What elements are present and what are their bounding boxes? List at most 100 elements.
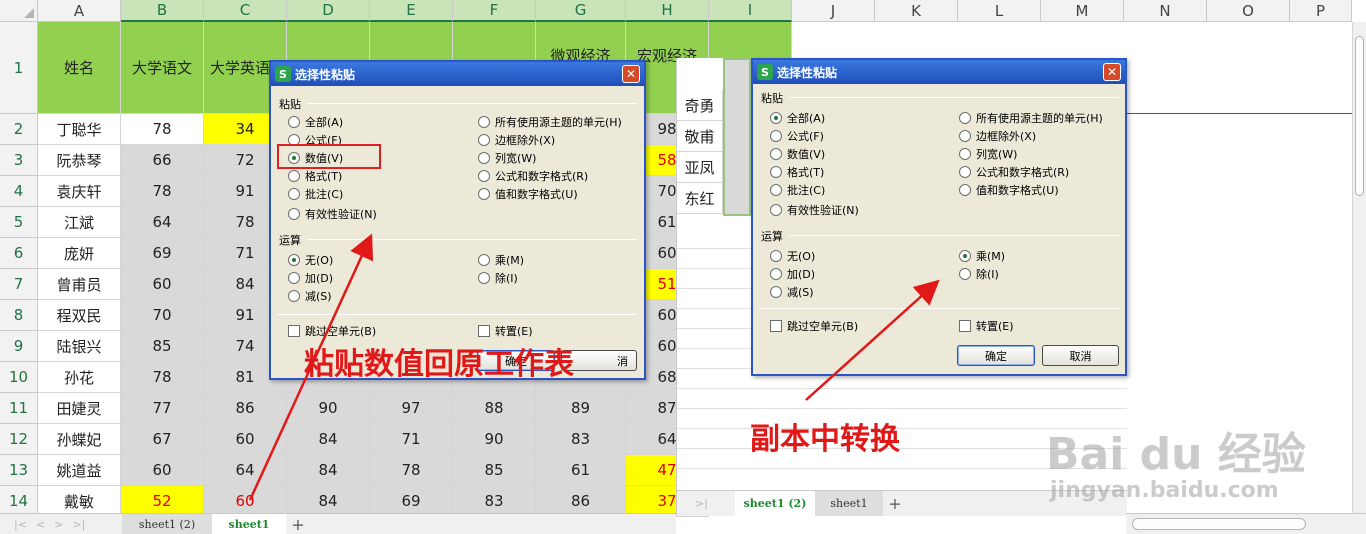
row-header-7[interactable]: 7 [0, 269, 38, 300]
copy-sheet-tab-nav[interactable]: >| [695, 491, 708, 516]
copy-add-sheet-icon[interactable]: + [883, 491, 907, 516]
column-header-o[interactable]: O [1207, 0, 1290, 22]
table-cell-e[interactable]: 78 [370, 455, 453, 486]
row-header-9[interactable]: 9 [0, 331, 38, 362]
row-header-13[interactable]: 13 [0, 455, 38, 486]
column-header-n[interactable]: N [1124, 0, 1207, 22]
copy-sheet-name-4[interactable]: 东红 [677, 183, 723, 214]
table-cell-name[interactable]: 丁聪华 [38, 114, 121, 145]
table-cell-b[interactable]: 70 [121, 300, 204, 331]
r-skip-blanks-checkbox[interactable]: 跳过空单元(B) [770, 318, 858, 334]
copy-sheet-name-2[interactable]: 敬甫 [677, 121, 723, 152]
close-icon-right[interactable]: ✕ [1103, 63, 1121, 81]
table-cell-name[interactable]: 阮恭琴 [38, 145, 121, 176]
table-cell-name[interactable]: 田婕灵 [38, 393, 121, 424]
copy-tab-sheet1-2[interactable]: sheet1 (2) [735, 491, 815, 516]
paste-option-col-widths[interactable]: 列宽(W) [478, 150, 536, 166]
r-paste-option-values[interactable]: 数值(V) [770, 146, 825, 162]
transpose-checkbox[interactable]: 转置(E) [478, 323, 533, 339]
row-header-11[interactable]: 11 [0, 393, 38, 424]
r-op-option-none[interactable]: 无(O) [770, 248, 815, 264]
column-header-b[interactable]: B [121, 0, 204, 22]
op-option-subtract[interactable]: 减(S) [288, 288, 332, 304]
table-cell-name[interactable]: 曾甫员 [38, 269, 121, 300]
column-header-k[interactable]: K [875, 0, 958, 22]
r-paste-option-comments[interactable]: 批注(C) [770, 182, 825, 198]
column-header-j[interactable]: J [792, 0, 875, 22]
table-cell-b[interactable]: 77 [121, 393, 204, 424]
select-all-corner[interactable] [0, 0, 38, 22]
add-sheet-icon[interactable]: + [286, 514, 310, 534]
table-cell-name[interactable]: 姚道益 [38, 455, 121, 486]
copy-sheet-name-3[interactable]: 亚凤 [677, 152, 723, 183]
row-header-4[interactable]: 4 [0, 176, 38, 207]
header-cell-chinese[interactable]: 大学语文 [121, 22, 204, 114]
skip-blanks-checkbox[interactable]: 跳过空单元(B) [288, 323, 376, 339]
table-cell-b[interactable]: 60 [121, 455, 204, 486]
r-paste-option-all[interactable]: 全部(A) [770, 110, 825, 126]
paste-option-value-number[interactable]: 值和数字格式(U) [478, 186, 578, 202]
r-cancel-button[interactable]: 取消 [1042, 345, 1119, 366]
column-header-l[interactable]: L [958, 0, 1041, 22]
column-header-f[interactable]: F [453, 0, 536, 22]
row-header-5[interactable]: 5 [0, 207, 38, 238]
tab-sheet1[interactable]: sheet1 [212, 514, 286, 534]
table-cell-e[interactable]: 71 [370, 424, 453, 455]
table-cell-b[interactable]: 64 [121, 207, 204, 238]
table-cell-name[interactable]: 陆银兴 [38, 331, 121, 362]
table-cell-b[interactable]: 67 [121, 424, 204, 455]
row-header-1[interactable]: 1 [0, 22, 38, 114]
r-paste-option-source-theme[interactable]: 所有使用源主题的单元(H) [959, 110, 1103, 126]
table-cell-f[interactable]: 85 [453, 455, 536, 486]
r-paste-option-no-borders[interactable]: 边框除外(X) [959, 128, 1036, 144]
table-cell-d[interactable]: 84 [287, 424, 370, 455]
op-option-multiply[interactable]: 乘(M) [478, 252, 524, 268]
r-paste-option-format[interactable]: 格式(T) [770, 164, 824, 180]
next-sheet-icon[interactable]: > [54, 518, 63, 531]
table-cell-name[interactable]: 江斌 [38, 207, 121, 238]
table-cell-b[interactable]: 78 [121, 176, 204, 207]
table-cell-name[interactable]: 孙花 [38, 362, 121, 393]
column-header-p[interactable]: P [1290, 0, 1352, 22]
r-op-option-divide[interactable]: 除(I) [959, 266, 999, 282]
r-transpose-checkbox[interactable]: 转置(E) [959, 318, 1014, 334]
paste-option-all[interactable]: 全部(A) [288, 114, 343, 130]
table-cell-e[interactable]: 97 [370, 393, 453, 424]
table-cell-name[interactable]: 庞妍 [38, 238, 121, 269]
vertical-scrollbar-thumb[interactable] [1355, 36, 1364, 196]
header-cell-name[interactable]: 姓名 [38, 22, 121, 114]
r-paste-option-validation[interactable]: 有效性验证(N) [770, 202, 859, 218]
column-header-c[interactable]: C [204, 0, 287, 22]
row-header-8[interactable]: 8 [0, 300, 38, 331]
sheet-tab-nav[interactable]: |< < > >| [14, 514, 85, 534]
r-op-option-subtract[interactable]: 减(S) [770, 284, 814, 300]
table-cell-b[interactable]: 60 [121, 269, 204, 300]
column-header-i[interactable]: I [709, 0, 792, 22]
row-header-6[interactable]: 6 [0, 238, 38, 269]
vertical-scrollbar[interactable] [1352, 22, 1366, 513]
op-option-add[interactable]: 加(D) [288, 270, 333, 286]
column-header-a[interactable]: A [38, 0, 121, 22]
table-cell-name[interactable]: 袁庆轩 [38, 176, 121, 207]
r-paste-option-value-number[interactable]: 值和数字格式(U) [959, 182, 1059, 198]
row-header-10[interactable]: 10 [0, 362, 38, 393]
table-cell-g[interactable]: 61 [536, 455, 626, 486]
r-paste-option-formula[interactable]: 公式(F) [770, 128, 824, 144]
r-op-option-multiply[interactable]: 乘(M) [959, 248, 1005, 264]
column-header-e[interactable]: E [370, 0, 453, 22]
table-cell-b[interactable]: 69 [121, 238, 204, 269]
paste-option-source-theme[interactable]: 所有使用源主题的单元(H) [478, 114, 622, 130]
copy-tab-sheet1[interactable]: sheet1 [815, 491, 883, 516]
row-header-12[interactable]: 12 [0, 424, 38, 455]
table-cell-d[interactable]: 90 [287, 393, 370, 424]
table-cell-f[interactable]: 90 [453, 424, 536, 455]
table-cell-b[interactable]: 66 [121, 145, 204, 176]
table-cell-b[interactable]: 78 [121, 114, 204, 145]
row-header-2[interactable]: 2 [0, 114, 38, 145]
table-cell-c[interactable]: 86 [204, 393, 287, 424]
table-cell-g[interactable]: 83 [536, 424, 626, 455]
table-cell-d[interactable]: 84 [287, 455, 370, 486]
column-header-h[interactable]: H [626, 0, 709, 22]
column-header-m[interactable]: M [1041, 0, 1124, 22]
table-cell-name[interactable]: 程双民 [38, 300, 121, 331]
